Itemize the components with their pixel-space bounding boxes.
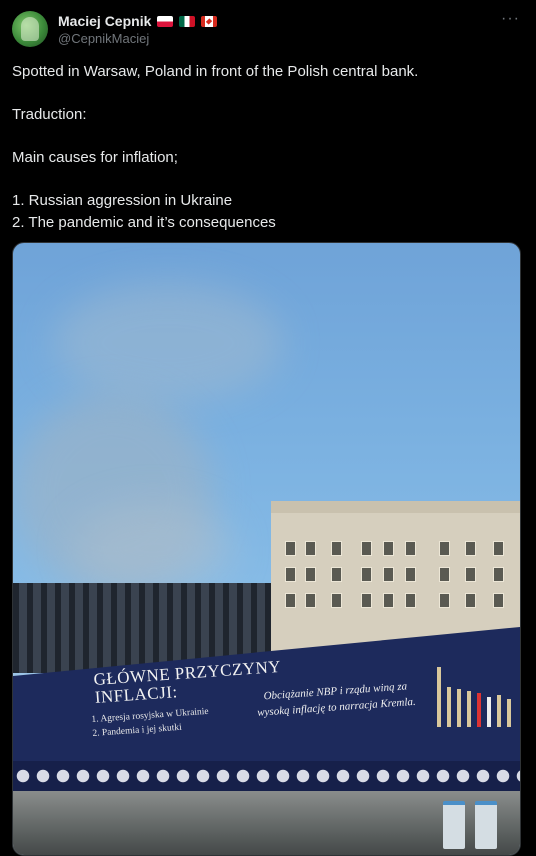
window <box>493 541 504 556</box>
window <box>285 541 296 556</box>
author-name-row[interactable]: Maciej Cepnik <box>58 12 218 30</box>
window <box>383 593 394 608</box>
poland-flag-icon <box>157 15 174 27</box>
avatar[interactable] <box>12 11 48 47</box>
avatar-figure <box>21 17 39 41</box>
banner-chart-bar <box>497 695 501 727</box>
window <box>305 567 316 582</box>
cloud <box>53 283 283 403</box>
banner-chart-bar <box>467 691 471 727</box>
tweet-line <box>12 83 522 105</box>
tweet-line: 1. Russian aggression in Ukraine <box>12 192 233 209</box>
tweet-photo[interactable]: GŁÓWNE PRZYCZYNY INFLACJI: 1. Agresja ro… <box>12 242 521 856</box>
tweet-text: Spotted in Warsaw, Poland in front of th… <box>12 61 522 233</box>
window <box>405 567 416 582</box>
window <box>405 593 416 608</box>
banner-chart-bar <box>437 667 441 727</box>
portable-toilet <box>443 801 465 849</box>
window <box>285 593 296 608</box>
canada-flag-icon <box>201 15 218 27</box>
window <box>361 567 372 582</box>
tweet-line: Traduction: <box>12 106 87 123</box>
window <box>493 593 504 608</box>
author-handle[interactable]: @CepnikMaciej <box>58 31 149 46</box>
window <box>465 593 476 608</box>
window <box>465 541 476 556</box>
window <box>465 567 476 582</box>
tweet-line: 2. The pandemic and it’s consequences <box>12 213 276 231</box>
window <box>439 541 450 556</box>
banner-icon-strip <box>13 761 520 791</box>
window <box>383 541 394 556</box>
window <box>405 541 416 556</box>
banner-chart-bar <box>447 687 451 727</box>
portable-toilet <box>475 801 497 849</box>
window <box>285 567 296 582</box>
window <box>439 593 450 608</box>
window <box>305 593 316 608</box>
window <box>439 567 450 582</box>
tweet-line <box>12 169 522 191</box>
banner-chart-bar <box>477 693 481 727</box>
cloud <box>73 503 233 593</box>
banner-chart-graphic <box>433 651 517 741</box>
window <box>305 541 316 556</box>
window <box>361 541 372 556</box>
more-horizontal-icon[interactable]: ··· <box>501 10 520 28</box>
mexico-flag-icon <box>179 15 196 27</box>
window <box>331 541 342 556</box>
window <box>331 567 342 582</box>
window <box>331 593 342 608</box>
window <box>493 567 504 582</box>
tweet-line: Spotted in Warsaw, Poland in front of th… <box>12 63 419 80</box>
tweet-line: Main causes for inflation; <box>12 149 178 166</box>
tweet-line <box>12 126 522 148</box>
window <box>383 567 394 582</box>
banner-chart-bar <box>457 689 461 727</box>
author-display-name[interactable]: Maciej Cepnik <box>58 13 151 29</box>
banner-chart-bar <box>487 697 491 727</box>
window <box>361 593 372 608</box>
banner-chart-bar <box>507 699 511 727</box>
